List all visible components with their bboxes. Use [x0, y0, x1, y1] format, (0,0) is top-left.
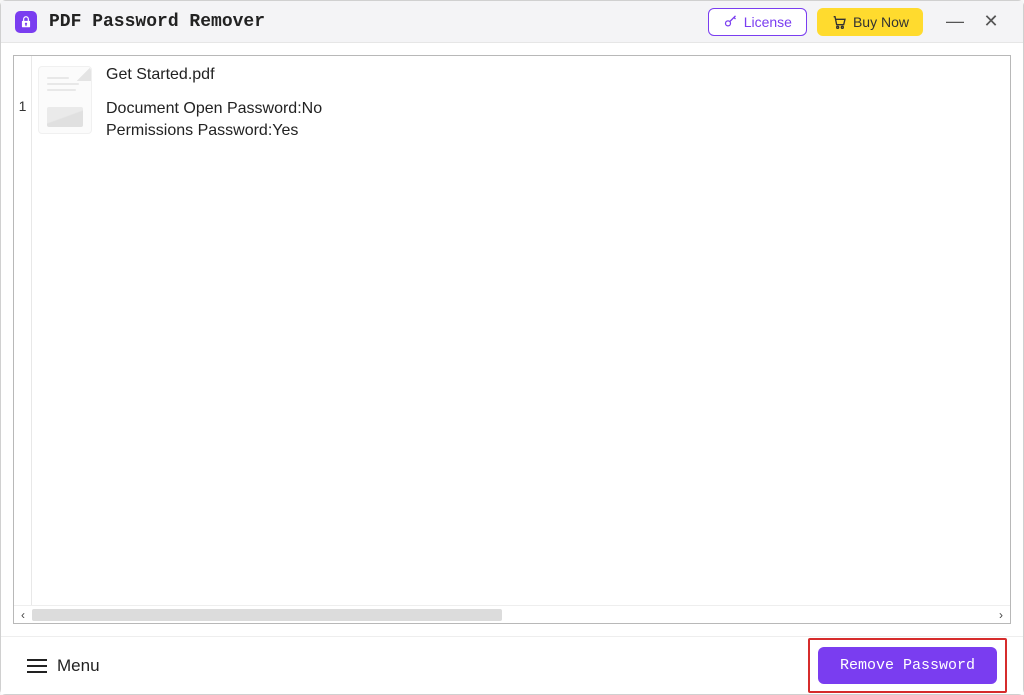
main-area: 1 Get Started.pdf Document Open Passwo	[1, 43, 1023, 636]
highlight-annotation: Remove Password	[808, 638, 1007, 693]
file-row[interactable]: Get Started.pdf Document Open Password:N…	[32, 56, 1010, 156]
license-button[interactable]: License	[708, 8, 807, 36]
key-icon	[723, 14, 738, 29]
scroll-right-icon[interactable]: ›	[992, 606, 1010, 624]
permissions-password-line: Permissions Password:Yes	[106, 120, 322, 142]
open-password-line: Document Open Password:No	[106, 98, 322, 120]
app-logo-icon	[15, 11, 37, 33]
app-window: PDF Password Remover License Buy Now — ✕…	[0, 0, 1024, 695]
scroll-left-icon[interactable]: ‹	[14, 606, 32, 624]
horizontal-scrollbar[interactable]: ‹ ›	[14, 605, 1010, 623]
file-list: 1 Get Started.pdf Document Open Passwo	[14, 56, 1010, 605]
buy-now-button[interactable]: Buy Now	[817, 8, 923, 36]
file-info: Get Started.pdf Document Open Password:N…	[106, 66, 322, 146]
row-index: 1	[14, 98, 31, 114]
cart-icon	[831, 14, 847, 30]
file-name: Get Started.pdf	[106, 66, 322, 84]
minimize-button[interactable]: —	[937, 8, 973, 36]
titlebar: PDF Password Remover License Buy Now — ✕	[1, 1, 1023, 43]
file-panel: 1 Get Started.pdf Document Open Passwo	[13, 55, 1011, 624]
scroll-track[interactable]	[32, 608, 992, 622]
bottombar: Menu Remove Password	[1, 636, 1023, 694]
close-button[interactable]: ✕	[973, 8, 1009, 36]
buy-label: Buy Now	[853, 14, 909, 30]
menu-label: Menu	[57, 656, 100, 676]
menu-button[interactable]: Menu	[17, 648, 110, 684]
hamburger-icon	[27, 659, 47, 673]
scroll-thumb[interactable]	[32, 609, 502, 621]
index-column: 1	[14, 56, 32, 605]
remove-password-button[interactable]: Remove Password	[818, 647, 997, 684]
app-title: PDF Password Remover	[49, 12, 265, 32]
license-label: License	[744, 14, 792, 30]
file-thumbnail-icon	[38, 66, 92, 134]
